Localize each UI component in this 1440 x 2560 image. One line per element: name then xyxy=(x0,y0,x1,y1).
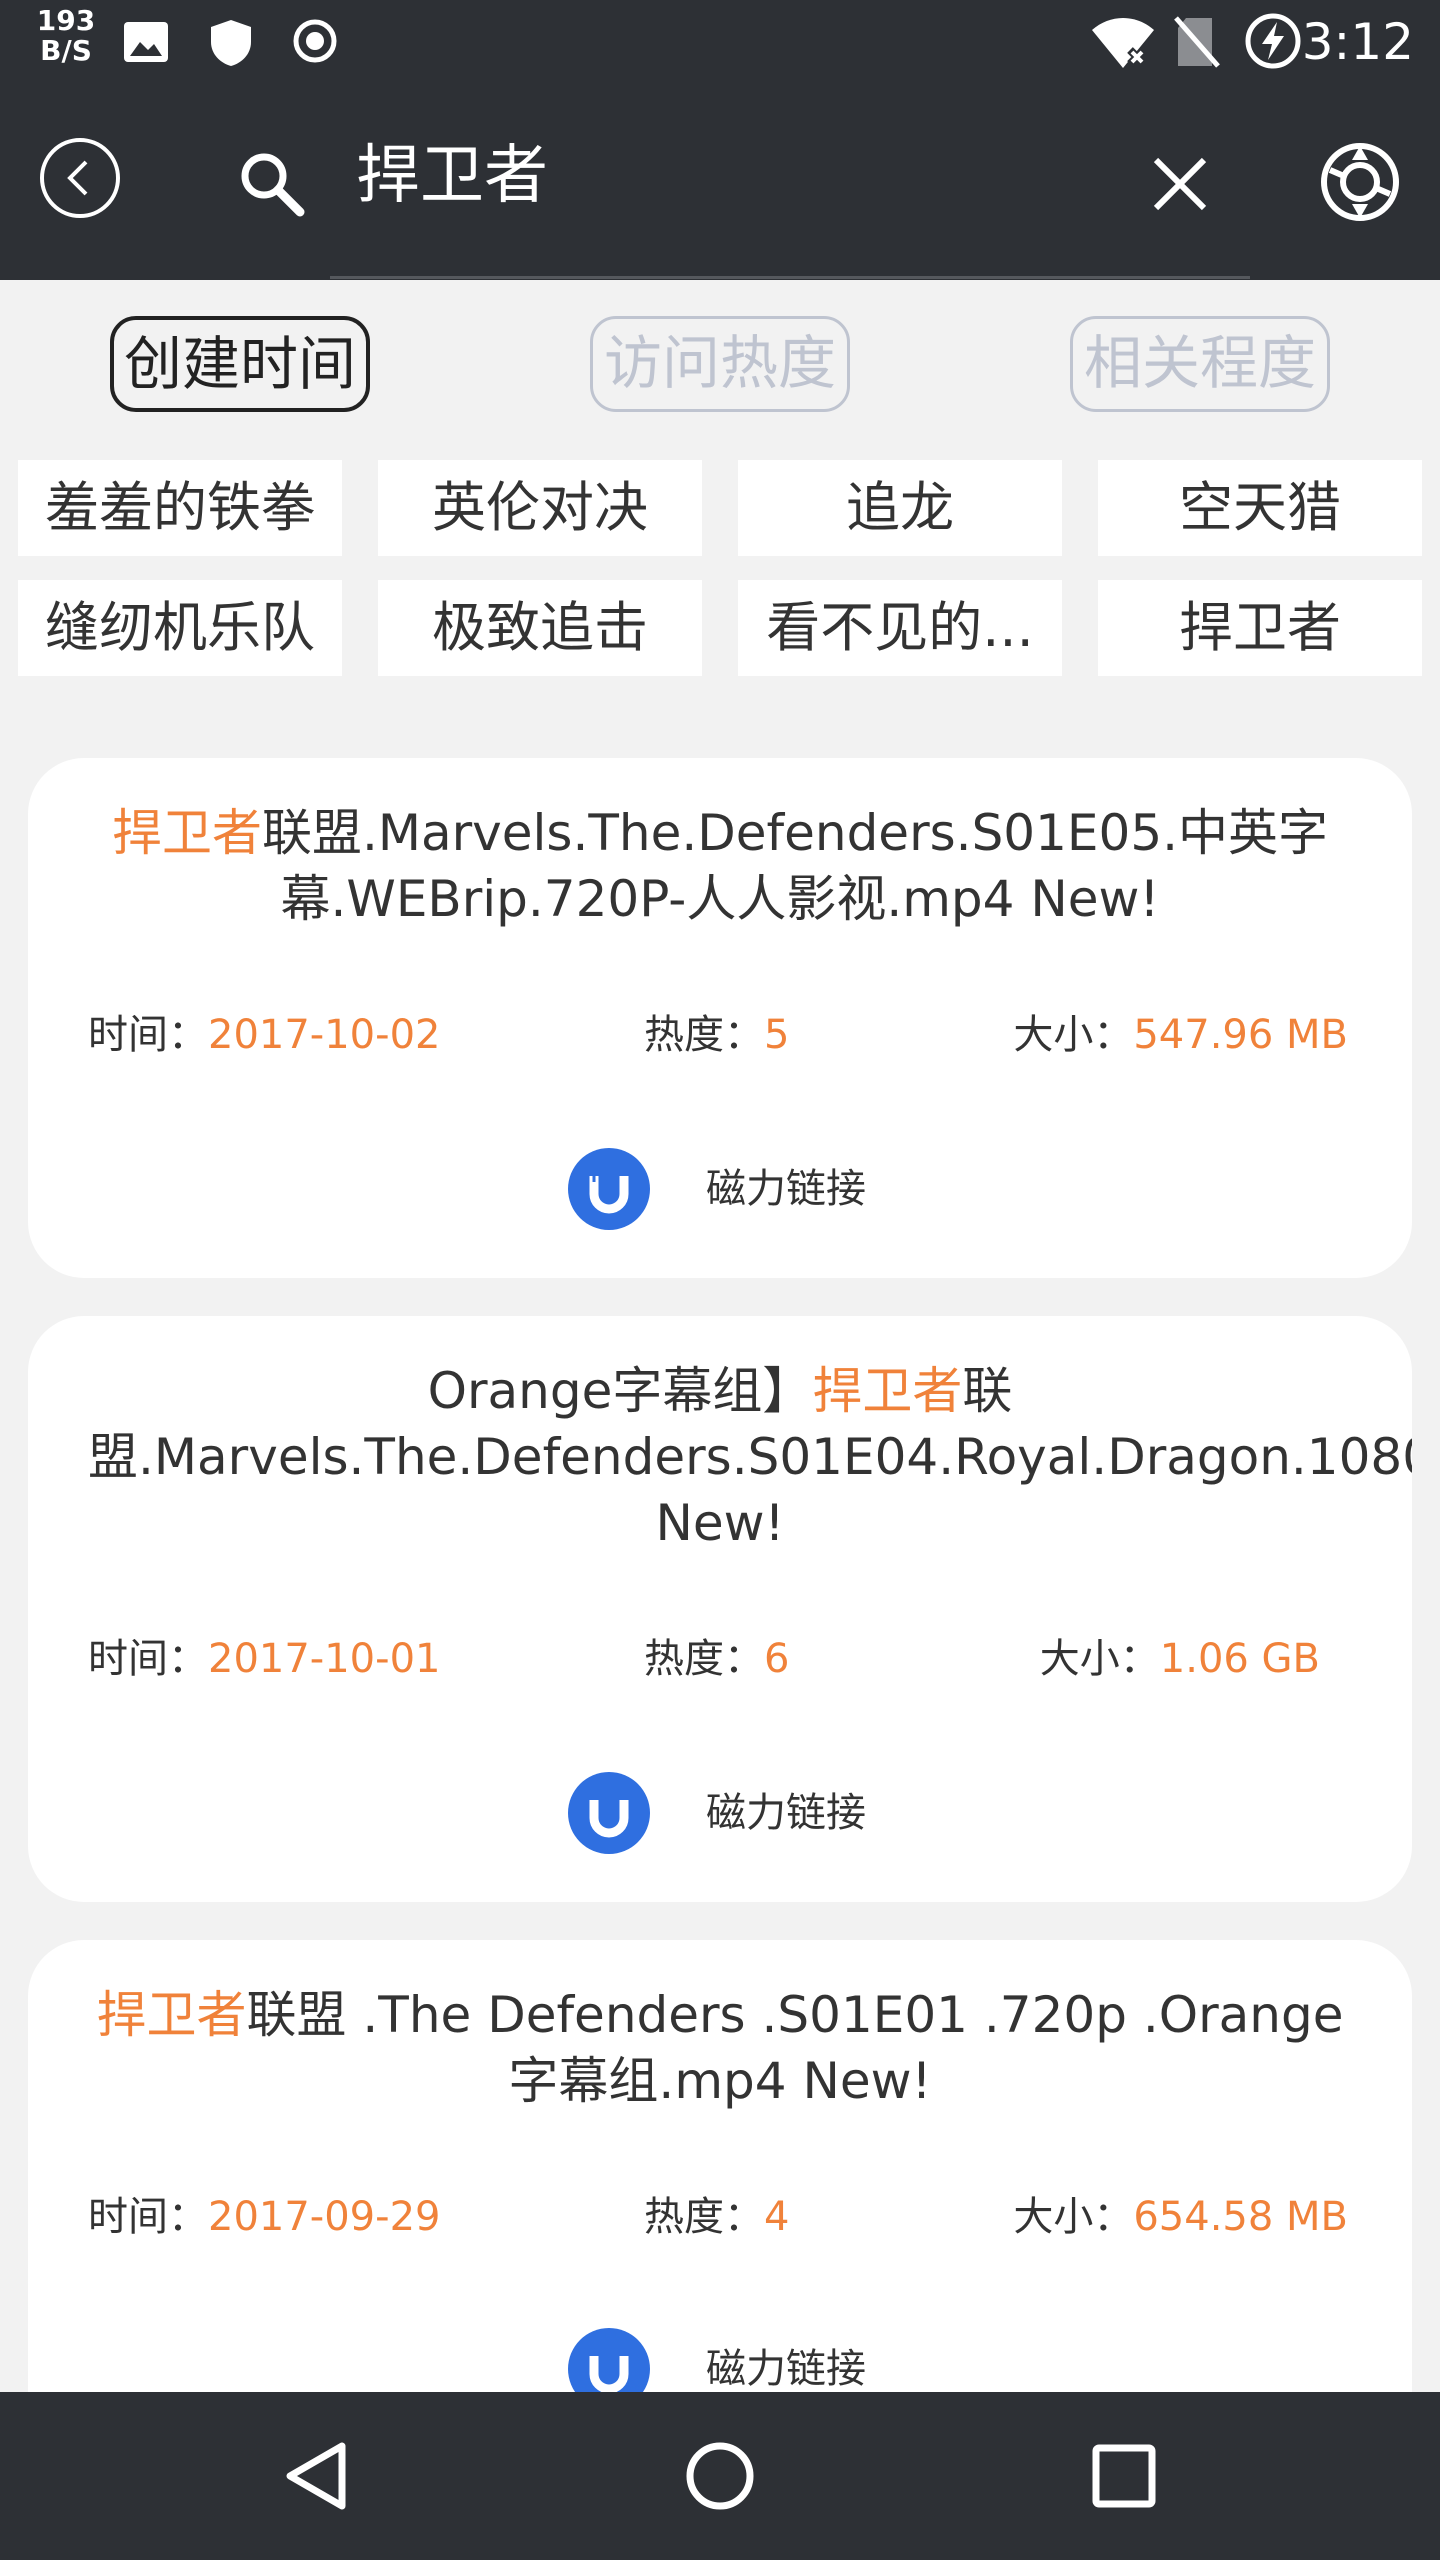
heat-label: 热度： xyxy=(644,2194,764,2240)
result-heat: 热度：5 xyxy=(644,1010,789,1060)
magnet-icon[interactable] xyxy=(568,1148,650,1230)
result-card[interactable]: 捍卫者联盟.Marvels.The.Defenders.S01E05.中英字幕.… xyxy=(28,758,1412,1278)
magnet-link-button[interactable]: 磁力链接 xyxy=(706,1164,866,1214)
date-value: 2017-10-02 xyxy=(208,1012,441,1058)
network-speed-unit: B/S xyxy=(40,34,92,67)
sort-by-created-time[interactable]: 创建时间 xyxy=(110,316,370,412)
hot-tag[interactable]: 追龙 xyxy=(738,460,1062,556)
result-date: 时间：2017-10-02 xyxy=(88,1010,440,1060)
size-value: 547.96 MB xyxy=(1133,1012,1348,1058)
magnet-glyph xyxy=(589,2356,629,2392)
size-value: 654.58 MB xyxy=(1133,2194,1348,2240)
date-label: 时间： xyxy=(88,1012,208,1058)
nav-recents-icon[interactable] xyxy=(1088,2440,1160,2512)
result-size: 大小：1.06 GB xyxy=(1040,1634,1320,1684)
nav-home-icon[interactable] xyxy=(682,2438,758,2514)
magnet-link-button[interactable]: 磁力链接 xyxy=(706,1788,866,1838)
sort-by-popularity[interactable]: 访问热度 xyxy=(590,316,850,412)
heat-value: 6 xyxy=(764,1636,790,1682)
date-value: 2017-10-01 xyxy=(208,1636,441,1682)
no-sim-icon xyxy=(1174,16,1220,68)
heat-value: 4 xyxy=(764,2194,790,2240)
size-label: 大小： xyxy=(1039,1636,1160,1682)
heat-label: 热度： xyxy=(644,1012,764,1058)
network-speed-value: 193 xyxy=(36,4,96,37)
title-text: 联盟.Marvels.The.Defenders.S01E05.中英字幕.WEB… xyxy=(261,804,1329,928)
hot-tag[interactable]: 缝纫机乐队 xyxy=(18,580,342,676)
result-size: 大小：654.58 MB xyxy=(1013,2192,1348,2242)
result-heat: 热度：4 xyxy=(644,2192,789,2242)
shield-icon xyxy=(211,20,251,66)
navigation-bar xyxy=(0,2392,1440,2560)
hot-tag[interactable]: 看不见的... xyxy=(738,580,1062,676)
magnet-icon[interactable] xyxy=(568,2328,650,2392)
result-card[interactable]: 捍卫者联盟 .The Defenders .S01E01 .720p .Oran… xyxy=(28,1940,1412,2392)
back-button[interactable] xyxy=(40,138,120,218)
magnet-glyph xyxy=(589,1800,629,1838)
size-label: 大小： xyxy=(1013,1012,1134,1058)
battery-charging-icon xyxy=(1245,13,1301,69)
result-title[interactable]: 捍卫者联盟.Marvels.The.Defenders.S01E05.中英字幕.… xyxy=(88,800,1352,932)
network-speed: 193 B/S xyxy=(36,6,96,66)
search-toolbar: 捍卫者 xyxy=(0,84,1440,280)
date-value: 2017-09-29 xyxy=(208,2194,441,2240)
wifi-icon xyxy=(1092,18,1154,68)
status-bar: 193 B/S 3:12 xyxy=(0,0,1440,84)
heat-label: 热度： xyxy=(644,1636,764,1682)
hot-tag[interactable]: 极致追击 xyxy=(378,580,702,676)
close-icon[interactable] xyxy=(1146,150,1214,218)
magnet-link-button[interactable]: 磁力链接 xyxy=(706,2344,866,2392)
hot-tag[interactable]: 捍卫者 xyxy=(1098,580,1422,676)
hot-tag[interactable]: 空天猎 xyxy=(1098,460,1422,556)
title-highlight: 捍卫者 xyxy=(812,1362,963,1420)
result-size: 大小：547.96 MB xyxy=(1013,1010,1348,1060)
nav-back-icon[interactable] xyxy=(280,2438,356,2514)
refresh-icon[interactable] xyxy=(1318,140,1402,224)
search-input[interactable]: 捍卫者 xyxy=(356,134,548,218)
magnet-glyph xyxy=(589,1174,629,1214)
result-title[interactable]: 捍卫者联盟 .The Defenders .S01E01 .720p .Oran… xyxy=(88,1982,1352,2114)
date-label: 时间： xyxy=(88,1636,208,1682)
date-label: 时间： xyxy=(88,2194,208,2240)
title-highlight: 捍卫者 xyxy=(111,804,262,862)
result-heat: 热度：6 xyxy=(644,1634,789,1684)
title-text: 联盟 .The Defenders .S01E01 .720p .Orange … xyxy=(246,1986,1344,2110)
size-value: 1.06 GB xyxy=(1159,1636,1320,1682)
title-highlight: 捍卫者 xyxy=(96,1986,247,2044)
magnet-icon[interactable] xyxy=(568,1772,650,1854)
clock: 3:12 xyxy=(1301,13,1414,71)
sort-by-relevance[interactable]: 相关程度 xyxy=(1070,316,1330,412)
chevron-left-icon xyxy=(67,160,88,196)
image-icon xyxy=(124,22,168,62)
title-prefix: Orange字幕组】 xyxy=(427,1362,813,1420)
search-icon xyxy=(241,153,305,217)
heat-value: 5 xyxy=(764,1012,790,1058)
hot-tag[interactable]: 羞羞的铁拳 xyxy=(18,460,342,556)
result-date: 时间：2017-10-01 xyxy=(88,1634,440,1684)
result-card[interactable]: Orange字幕组】捍卫者联盟.Marvels.The.Defenders.S0… xyxy=(28,1316,1412,1902)
search-underline xyxy=(330,276,1250,279)
hot-tag[interactable]: 英伦对决 xyxy=(378,460,702,556)
size-label: 大小： xyxy=(1013,2194,1134,2240)
result-title[interactable]: Orange字幕组】捍卫者联盟.Marvels.The.Defenders.S0… xyxy=(88,1358,1412,1556)
result-date: 时间：2017-09-29 xyxy=(88,2192,440,2242)
record-icon xyxy=(293,19,337,63)
